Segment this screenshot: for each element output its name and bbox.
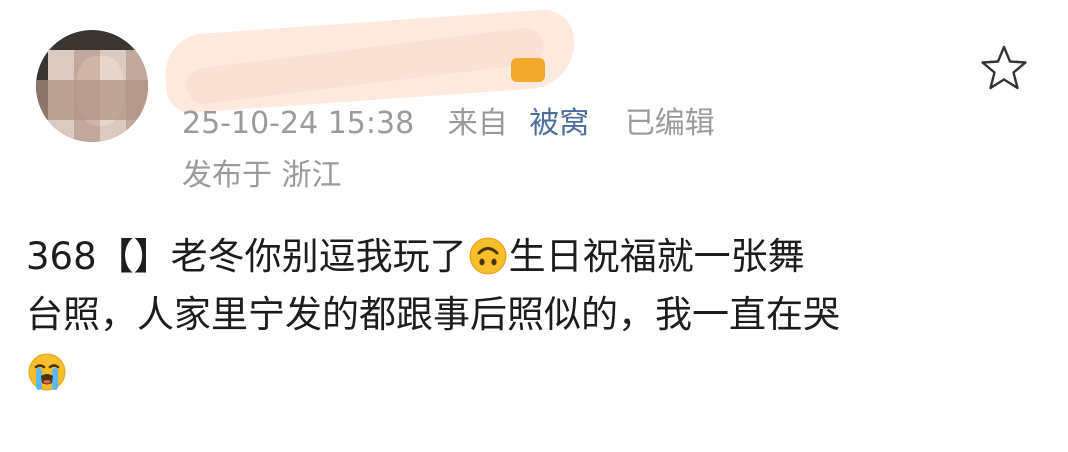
loudly-crying-face-icon	[28, 353, 66, 391]
source-prefix: 来自	[447, 106, 508, 141]
content-line-2: 台照，人家里宁发的都跟事后照似的，我一直在哭	[26, 293, 840, 336]
content-text-1: 368【】老冬你别逗我玩了	[26, 235, 467, 278]
post-location: 发布于 浙江	[182, 158, 342, 193]
upside-down-face-icon	[469, 237, 507, 275]
post-timestamp: 25-10-24 15:38	[182, 106, 415, 141]
favorite-button[interactable]	[976, 40, 1032, 96]
star-outline-icon	[981, 45, 1027, 90]
content-line-1: 368【】老冬你别逗我玩了 生日祝福就一张舞	[26, 228, 1026, 286]
username-area[interactable]	[162, 7, 585, 115]
post-content: 368【】老冬你别逗我玩了 生日祝福就一张舞 台照，人家里宁发的都跟事后照似的，…	[26, 228, 1026, 402]
source-link[interactable]: 被窝	[529, 104, 589, 144]
content-text-1b: 生日祝福就一张舞	[508, 235, 805, 278]
post-meta: 25-10-24 15:38 来自 被窝 已编辑	[182, 104, 715, 144]
weibo-post: 25-10-24 15:38 来自 被窝 已编辑 发布于 浙江 368【】老冬你…	[0, 0, 1068, 452]
edited-label[interactable]: 已编辑	[625, 104, 715, 144]
vip-badge	[511, 58, 545, 82]
content-line-3	[26, 344, 1026, 402]
avatar[interactable]	[36, 30, 148, 142]
avatar-mosaic-band	[36, 80, 148, 120]
